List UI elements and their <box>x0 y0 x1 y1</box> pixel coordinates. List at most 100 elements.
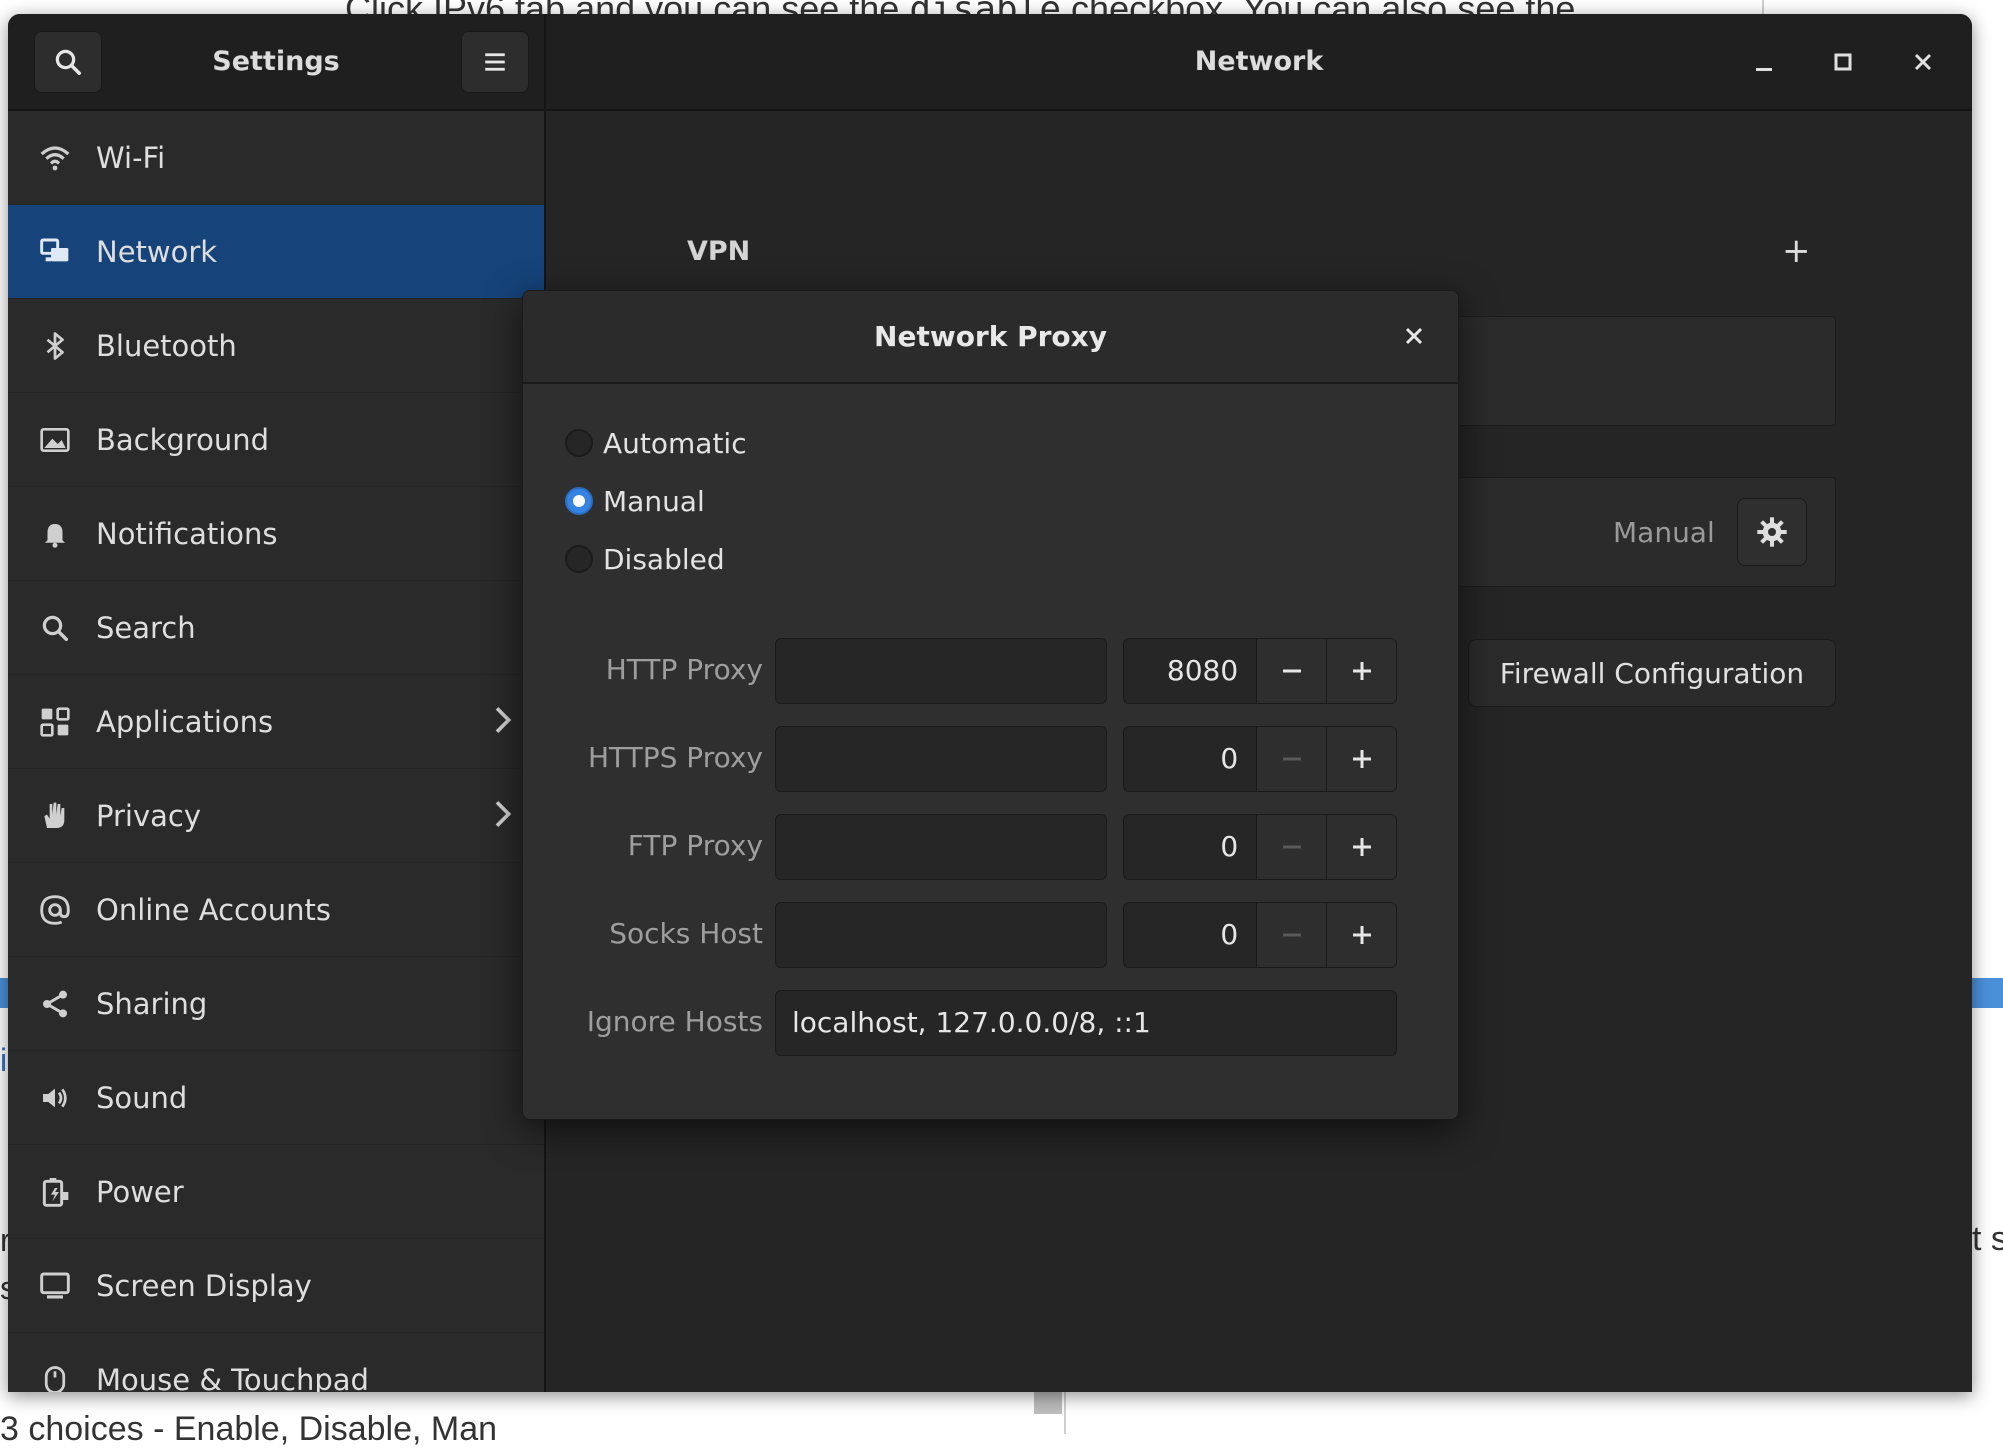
bg-bottom-line: 3 choices - Enable, Disable, Man <box>0 1410 498 1448</box>
firewall-configuration-button[interactable]: Firewall Configuration <box>1468 639 1836 707</box>
minus-icon <box>1282 757 1301 761</box>
speaker-icon <box>38 1081 72 1115</box>
http-proxy-port-value[interactable]: 8080 <box>1124 639 1256 703</box>
background-icon <box>38 423 72 457</box>
plus-icon <box>1352 926 1371 944</box>
proxy-state-label: Manual <box>1613 516 1715 549</box>
https-port-increment-button[interactable] <box>1326 727 1396 791</box>
sidebar-item-notifications[interactable]: Notifications <box>8 487 544 581</box>
search-icon <box>38 611 72 645</box>
proxy-settings-button[interactable] <box>1737 498 1807 566</box>
https-proxy-port-spinner: 0 <box>1123 726 1397 792</box>
network-icon <box>38 235 72 269</box>
close-icon <box>1914 53 1932 71</box>
plus-icon <box>1352 838 1371 856</box>
dialog-title: Network Proxy <box>874 320 1107 353</box>
radio-button[interactable] <box>565 545 593 573</box>
radio-button[interactable] <box>565 429 593 457</box>
http-port-decrement-button[interactable] <box>1256 639 1327 703</box>
socks-port-value[interactable]: 0 <box>1124 903 1256 967</box>
vpn-section-title: VPN <box>687 236 751 267</box>
dialog-close-button[interactable] <box>1394 316 1434 356</box>
search-icon <box>55 49 81 75</box>
bg-scroll-handle <box>1034 1392 1062 1414</box>
sidebar-item-label: Bluetooth <box>96 328 237 363</box>
radio-automatic[interactable]: Automatic <box>565 423 747 463</box>
maximize-button[interactable] <box>1820 39 1866 85</box>
sidebar-header: Settings <box>8 14 546 109</box>
search-button[interactable] <box>34 31 102 93</box>
sidebar-item-label: Screen Display <box>96 1268 312 1303</box>
minimize-button[interactable] <box>1741 39 1787 85</box>
chevron-right-icon <box>490 799 514 833</box>
ftp-proxy-port-value[interactable]: 0 <box>1124 815 1256 879</box>
socks-port-spinner: 0 <box>1123 902 1397 968</box>
network-proxy-dialog: Network Proxy Automatic Manual Disabled … <box>522 290 1459 1120</box>
hand-icon <box>38 799 72 833</box>
vpn-add-button[interactable]: + <box>1782 231 1811 271</box>
sidebar-item-label: Search <box>96 610 196 645</box>
menu-button[interactable] <box>461 31 529 93</box>
http-proxy-label: HTTP Proxy <box>605 653 763 686</box>
sidebar-item-label: Wi-Fi <box>96 140 166 175</box>
sidebar-item-wifi[interactable]: Wi-Fi <box>8 111 544 205</box>
bg-column-divider <box>1064 1392 1066 1434</box>
sidebar-item-sharing[interactable]: Sharing <box>8 957 544 1051</box>
chevron-right-icon <box>490 705 514 739</box>
http-proxy-host-input[interactable] <box>775 638 1107 704</box>
http-proxy-port-spinner: 8080 <box>1123 638 1397 704</box>
plus-icon <box>1352 750 1371 768</box>
sidebar-item-sound[interactable]: Sound <box>8 1051 544 1145</box>
socks-port-increment-button[interactable] <box>1326 903 1396 967</box>
at-icon <box>38 893 72 927</box>
https-proxy-label: HTTPS Proxy <box>587 741 763 774</box>
https-proxy-port-value[interactable]: 0 <box>1124 727 1256 791</box>
radio-disabled[interactable]: Disabled <box>565 539 725 579</box>
bg-right-fragment: t s <box>1972 1220 2003 1258</box>
sidebar-item-applications[interactable]: Applications <box>8 675 544 769</box>
sidebar-item-background[interactable]: Background <box>8 393 544 487</box>
https-port-decrement-button <box>1256 727 1327 791</box>
minimize-icon <box>1756 68 1772 71</box>
sidebar-item-label: Sound <box>96 1080 188 1115</box>
sidebar-item-label: Background <box>96 422 270 457</box>
sidebar-item-network[interactable]: Network <box>8 205 544 299</box>
sidebar-item-label: Sharing <box>96 986 208 1021</box>
sidebar-item-bluetooth[interactable]: Bluetooth <box>8 299 544 393</box>
sidebar-item-label: Notifications <box>96 516 278 551</box>
ignore-hosts-label: Ignore Hosts <box>586 1005 763 1038</box>
sidebar-item-online-accounts[interactable]: Online Accounts <box>8 863 544 957</box>
socks-port-decrement-button <box>1256 903 1327 967</box>
sidebar-item-privacy[interactable]: Privacy <box>8 769 544 863</box>
bg-selection-left <box>0 978 8 1008</box>
ftp-proxy-host-input[interactable] <box>775 814 1107 880</box>
plus-icon <box>1352 662 1371 680</box>
ignore-hosts-input[interactable]: localhost, 127.0.0.0/8, ::1 <box>775 990 1397 1056</box>
sidebar-item-label: Privacy <box>96 798 201 833</box>
sidebar-item-search[interactable]: Search <box>8 581 544 675</box>
sidebar-item-screen-display[interactable]: Screen Display <box>8 1239 544 1333</box>
radio-button-selected[interactable] <box>565 487 593 515</box>
mouse-icon <box>38 1363 72 1392</box>
monitor-icon <box>38 1269 72 1303</box>
socks-host-input[interactable] <box>775 902 1107 968</box>
ftp-port-increment-button[interactable] <box>1326 815 1396 879</box>
ftp-proxy-port-spinner: 0 <box>1123 814 1397 880</box>
sidebar-item-label: Applications <box>96 704 274 739</box>
sidebar-item-label: Mouse & Touchpad <box>96 1362 369 1393</box>
http-port-increment-button[interactable] <box>1326 639 1396 703</box>
sidebar-item-mouse-touchpad[interactable]: Mouse & Touchpad <box>8 1333 544 1392</box>
radio-label: Disabled <box>603 542 725 576</box>
close-window-button[interactable] <box>1900 39 1946 85</box>
bg-left-fragment-3: i <box>0 1042 8 1078</box>
share-icon <box>38 987 72 1021</box>
radio-dot <box>573 495 585 507</box>
battery-icon <box>38 1175 72 1209</box>
sidebar: Wi-Fi Network Bluetooth Background Notif… <box>8 111 546 1392</box>
close-icon <box>1405 327 1423 345</box>
radio-manual[interactable]: Manual <box>565 481 705 521</box>
https-proxy-host-input[interactable] <box>775 726 1107 792</box>
sidebar-item-power[interactable]: Power <box>8 1145 544 1239</box>
sidebar-item-label: Online Accounts <box>96 892 331 927</box>
wifi-icon <box>38 141 72 175</box>
